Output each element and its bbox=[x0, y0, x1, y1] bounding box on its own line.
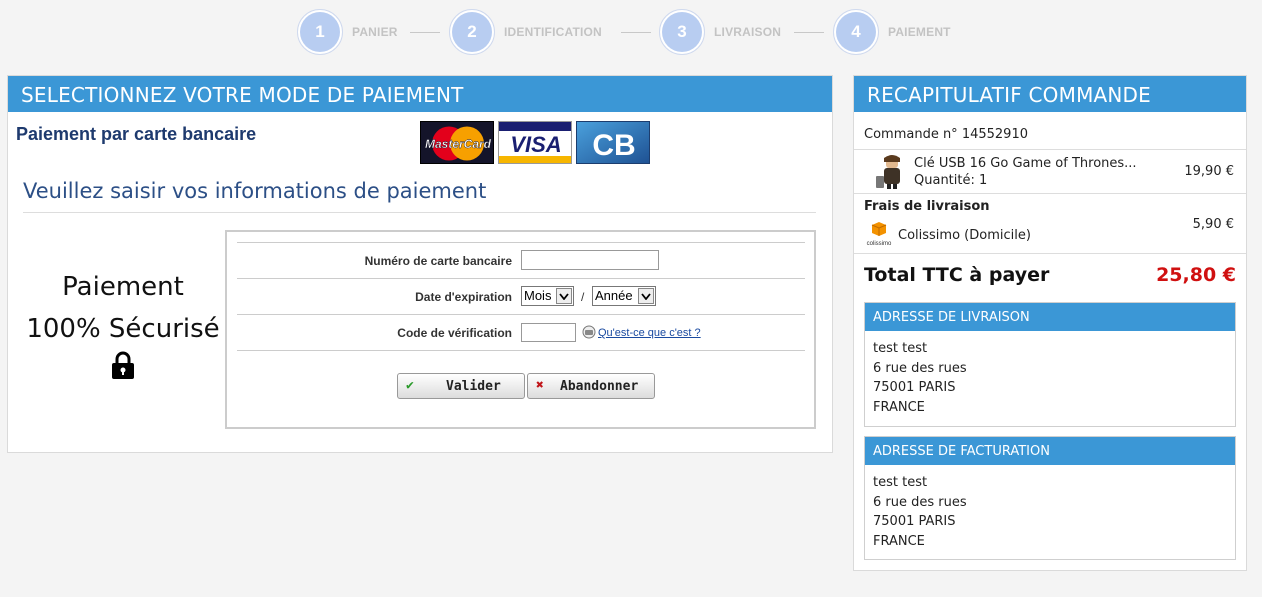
step-panier[interactable]: 1 PANIER bbox=[297, 9, 398, 55]
step-label: PANIER bbox=[352, 25, 398, 39]
expiry-row: Date d'expiration Mois / Année bbox=[237, 278, 805, 314]
payment-method-title: Paiement par carte bancaire bbox=[16, 124, 257, 144]
address-line: 75001 PARIS bbox=[873, 380, 956, 395]
validate-button[interactable]: ✔ Valider bbox=[397, 373, 525, 399]
visa-logo: VISA bbox=[498, 121, 572, 164]
step-connector bbox=[794, 32, 824, 33]
billing-address-title: ADRESSE DE FACTURATION bbox=[865, 437, 1235, 465]
shipping-method: Colissimo (Domicile) bbox=[898, 228, 1031, 243]
step-number-circle: 4 bbox=[833, 9, 879, 55]
product-quantity: Quantité: 1 bbox=[914, 173, 988, 188]
cvv-help-link[interactable]: Qu'est-ce que c'est ? bbox=[598, 327, 701, 339]
step-connector bbox=[621, 32, 651, 33]
step-identification[interactable]: 2 IDENTIFICATION bbox=[449, 9, 602, 55]
expiry-year-value: Année bbox=[595, 288, 633, 303]
visa-logo-text: VISA bbox=[510, 132, 561, 157]
step-paiement: 4 PAIEMENT bbox=[833, 9, 951, 55]
validate-label: Valider bbox=[446, 378, 501, 394]
step-label: IDENTIFICATION bbox=[504, 25, 602, 39]
expiry-separator: / bbox=[581, 290, 585, 304]
shipping-price: 5,90 € bbox=[1192, 217, 1234, 232]
step-number: 2 bbox=[452, 12, 492, 52]
step-number-circle: 3 bbox=[659, 9, 705, 55]
payment-panel: SELECTIONNEZ VOTRE MODE DE PAIEMENT Paie… bbox=[7, 75, 833, 453]
expiry-label: Date d'expiration bbox=[415, 290, 512, 304]
expiry-year-select[interactable]: Année bbox=[592, 286, 656, 306]
divider bbox=[854, 193, 1246, 194]
product-name: Clé USB 16 Go Game of Thrones... bbox=[914, 156, 1137, 171]
payment-panel-title: SELECTIONNEZ VOTRE MODE DE PAIEMENT bbox=[8, 76, 832, 112]
divider bbox=[854, 253, 1246, 254]
total-label: Total TTC à payer bbox=[864, 264, 1050, 286]
step-number-circle: 2 bbox=[449, 9, 495, 55]
payment-info-subtitle: Veuillez saisir vos informations de paie… bbox=[23, 179, 487, 203]
chevron-down-icon bbox=[638, 288, 654, 304]
address-line: 6 rue des rues bbox=[873, 494, 967, 510]
secure-payment-badge: Paiement 100% Sécurisé bbox=[18, 266, 228, 380]
billing-address-box: ADRESSE DE FACTURATION test test 6 rue d… bbox=[864, 436, 1236, 560]
card-number-row: Numéro de carte bancaire bbox=[237, 242, 805, 278]
step-number: 1 bbox=[300, 12, 340, 52]
address-line: FRANCE bbox=[873, 399, 925, 415]
check-icon: ✔ bbox=[406, 378, 414, 393]
address-line: FRANCE bbox=[873, 533, 925, 549]
step-label: LIVRAISON bbox=[714, 25, 782, 39]
delivery-address-title: ADRESSE DE LIVRAISON bbox=[865, 303, 1235, 331]
cb-logo-text: CB bbox=[592, 129, 635, 162]
card-logos: MasterCard VISA CB bbox=[420, 121, 650, 164]
card-number-input[interactable] bbox=[521, 250, 659, 270]
cb-logo: CB bbox=[576, 121, 650, 164]
product-thumbnail bbox=[876, 155, 900, 189]
order-summary-title: RECAPITULATIF COMMANDE bbox=[854, 76, 1246, 112]
cvv-input[interactable] bbox=[521, 323, 576, 342]
mastercard-logo-text: MasterCard bbox=[425, 137, 492, 151]
delivery-address-box: ADRESSE DE LIVRAISON test test 6 rue des… bbox=[864, 302, 1236, 427]
colissimo-logo-text: colissimo bbox=[867, 241, 892, 247]
address-line: 6 rue des rues bbox=[873, 360, 967, 376]
card-number-label: Numéro de carte bancaire bbox=[364, 254, 512, 268]
address-line: test test bbox=[873, 341, 928, 356]
cancel-button[interactable]: ✖ Abandonner bbox=[527, 373, 655, 399]
step-connector bbox=[410, 32, 440, 33]
secure-line-2: 100% Sécurisé bbox=[26, 314, 220, 344]
expiry-month-value: Mois bbox=[524, 288, 552, 303]
address-line: test test bbox=[873, 475, 928, 490]
product-price: 19,90 € bbox=[1184, 164, 1234, 179]
step-number: 3 bbox=[662, 12, 702, 52]
mastercard-logo: MasterCard bbox=[420, 121, 494, 164]
expiry-month-select[interactable]: Mois bbox=[521, 286, 574, 306]
step-label: PAIEMENT bbox=[888, 25, 951, 39]
secure-line-1: Paiement bbox=[62, 272, 184, 302]
cvv-row: Code de vérification Qu'est-ce que c'est… bbox=[237, 314, 805, 350]
chevron-down-icon bbox=[556, 288, 572, 304]
total-value: 25,80 € bbox=[1156, 264, 1236, 286]
step-number-circle: 1 bbox=[297, 9, 343, 55]
step-number: 4 bbox=[836, 12, 876, 52]
step-livraison[interactable]: 3 LIVRAISON bbox=[659, 9, 781, 55]
help-icon[interactable] bbox=[582, 325, 596, 339]
lock-icon bbox=[112, 351, 134, 379]
divider bbox=[854, 149, 1246, 150]
shipping-title: Frais de livraison bbox=[864, 199, 990, 214]
address-line: 75001 PARIS bbox=[873, 514, 956, 529]
divider bbox=[23, 212, 816, 213]
cancel-label: Abandonner bbox=[560, 378, 639, 394]
colissimo-logo: colissimo bbox=[867, 222, 892, 247]
close-icon: ✖ bbox=[536, 378, 544, 393]
order-number: Commande n° 14552910 bbox=[864, 127, 1028, 142]
cvv-label: Code de vérification bbox=[397, 326, 512, 340]
order-summary-panel: RECAPITULATIF COMMANDE Commande n° 14552… bbox=[853, 75, 1247, 571]
card-form: Numéro de carte bancaire Date d'expirati… bbox=[225, 230, 816, 429]
form-actions-row: ✔ Valider ✖ Abandonner bbox=[237, 350, 805, 410]
